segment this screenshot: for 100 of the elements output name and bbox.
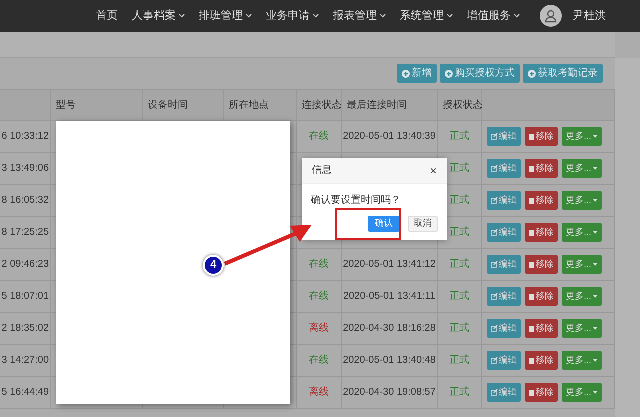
caret-icon	[592, 135, 598, 138]
remove-button[interactable]: 移除	[525, 287, 558, 306]
nav-item[interactable]: 首页	[96, 8, 118, 24]
nav-item[interactable]: 报表管理	[333, 8, 386, 24]
more-button[interactable]: 更多...	[562, 223, 602, 242]
edit-icon	[491, 293, 498, 300]
status-text: 正式	[450, 322, 470, 336]
status-text: 在线	[309, 290, 329, 304]
column-header: 设备时间	[148, 98, 188, 112]
caret-icon	[592, 327, 598, 330]
nav-item[interactable]: 人事档案	[132, 8, 185, 24]
column-header: 连接状态	[302, 98, 342, 112]
edit-icon	[491, 133, 498, 140]
caret-icon	[592, 295, 598, 298]
table-cell-text: 3 14:27:00	[2, 354, 49, 368]
table-cell-text: 3 13:49:06	[2, 162, 49, 176]
more-button[interactable]: 更多...	[562, 319, 602, 338]
edit-button[interactable]: 编辑	[487, 255, 521, 274]
table-cell-text: 2020-05-01 13:41:11	[343, 290, 436, 304]
edit-button[interactable]: 编辑	[487, 191, 521, 210]
edit-button[interactable]: 编辑	[487, 159, 521, 178]
edit-button[interactable]: 编辑	[487, 319, 521, 338]
avatar-icon[interactable]	[540, 5, 562, 27]
trash-icon	[529, 389, 535, 396]
close-button[interactable]: ×	[430, 164, 437, 176]
column-header: 最后连接时间	[347, 98, 407, 112]
trash-icon	[529, 261, 535, 268]
caret-icon	[592, 263, 598, 266]
edit-button[interactable]: 编辑	[487, 383, 521, 402]
nav-item[interactable]: 排班管理	[199, 8, 252, 24]
trash-icon	[529, 133, 535, 140]
edit-button[interactable]: 编辑	[487, 127, 521, 146]
dialog-title: 信息	[312, 164, 332, 178]
highlight-frame	[335, 208, 401, 240]
remove-button[interactable]: 移除	[525, 319, 558, 338]
more-button[interactable]: 更多...	[562, 287, 602, 306]
edit-button[interactable]: 编辑	[487, 223, 521, 242]
toolbar-button[interactable]: 新增	[397, 64, 437, 83]
plus-circle-icon	[445, 70, 453, 78]
status-text: 正式	[450, 162, 470, 176]
status-text: 正式	[450, 130, 470, 144]
table-cell-text: 2 09:46:23	[2, 258, 49, 272]
more-button[interactable]: 更多...	[562, 351, 602, 370]
dialog-message: 确认要设置时间吗？	[311, 194, 402, 208]
trash-icon	[529, 165, 535, 172]
confirm-button[interactable]: 确认	[368, 216, 400, 232]
column-header: 所在地点	[229, 98, 269, 112]
nav-item[interactable]: 增值服务	[467, 8, 520, 24]
edit-icon	[491, 261, 498, 268]
plus-circle-icon	[402, 70, 410, 78]
trash-icon	[529, 293, 535, 300]
table-cell-text: 2020-04-30 19:08:57	[343, 386, 436, 400]
nav-item[interactable]: 系统管理	[400, 8, 453, 24]
edit-button[interactable]: 编辑	[487, 351, 521, 370]
cancel-button[interactable]: 取消	[408, 216, 438, 232]
edit-icon	[491, 197, 498, 204]
edit-button[interactable]: 编辑	[487, 287, 521, 306]
toolbar-button[interactable]: 获取考勤记录	[523, 64, 603, 83]
more-button[interactable]: 更多...	[562, 127, 602, 146]
edit-icon	[491, 357, 498, 364]
user-name[interactable]: 尹桂洪	[573, 8, 606, 24]
caret-icon	[592, 359, 598, 362]
column-header: 型号	[56, 98, 76, 112]
remove-button[interactable]: 移除	[525, 127, 558, 146]
trash-icon	[529, 229, 535, 236]
status-text: 正式	[450, 290, 470, 304]
caret-icon	[592, 231, 598, 234]
table-cell-text: 8 17:25:25	[2, 226, 49, 240]
status-text: 在线	[309, 130, 329, 144]
edit-icon	[491, 229, 498, 236]
remove-button[interactable]: 移除	[525, 191, 558, 210]
toolbar-button[interactable]: 购买授权方式	[440, 64, 520, 83]
table-cell-text: 5 18:07:01	[2, 290, 49, 304]
caret-icon	[592, 391, 598, 394]
remove-button[interactable]: 移除	[525, 255, 558, 274]
remove-button[interactable]: 移除	[525, 159, 558, 178]
edit-icon	[491, 165, 498, 172]
caret-icon	[592, 167, 598, 170]
remove-button[interactable]: 移除	[525, 223, 558, 242]
remove-button[interactable]: 移除	[525, 383, 558, 402]
status-text: 正式	[450, 258, 470, 272]
caret-icon	[592, 199, 598, 202]
status-text: 正式	[450, 226, 470, 240]
more-button[interactable]: 更多...	[562, 159, 602, 178]
more-button[interactable]: 更多...	[562, 383, 602, 402]
status-text: 离线	[309, 386, 329, 400]
table-cell-text: 2020-05-01 13:40:48	[343, 354, 436, 368]
table-cell-text: 8 16:05:32	[2, 194, 49, 208]
more-button[interactable]: 更多...	[562, 191, 602, 210]
nav-item[interactable]: 业务申请	[266, 8, 319, 24]
table-cell-text: 6 10:33:12	[2, 130, 49, 144]
status-text: 在线	[309, 258, 329, 272]
status-text: 正式	[450, 386, 470, 400]
remove-button[interactable]: 移除	[525, 351, 558, 370]
status-text: 在线	[309, 354, 329, 368]
more-button[interactable]: 更多...	[562, 255, 602, 274]
edit-icon	[491, 325, 498, 332]
trash-icon	[529, 325, 535, 332]
edit-icon	[491, 389, 498, 396]
table-cell-text: 2020-05-01 13:40:39	[343, 130, 436, 144]
